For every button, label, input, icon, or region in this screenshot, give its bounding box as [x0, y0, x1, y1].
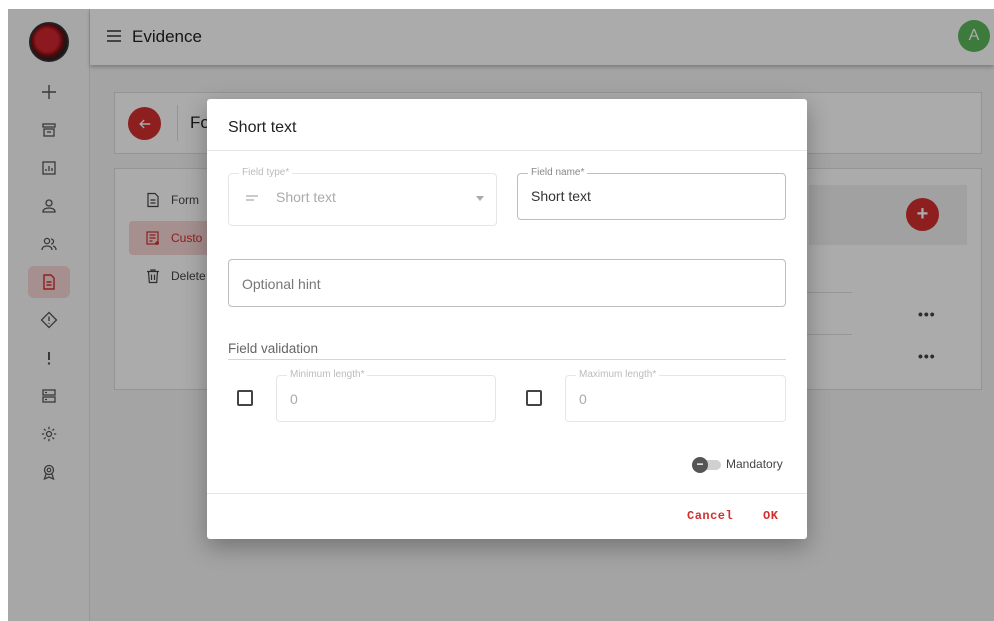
min-length-input: Minimum length* 0 [276, 369, 496, 422]
min-length-checkbox[interactable] [237, 390, 253, 406]
dialog-divider [207, 150, 807, 151]
validation-divider [228, 359, 786, 360]
app: Evidence A Fo Form Custo Delete + ••• ••… [0, 0, 994, 621]
field-type-value: Short text [276, 189, 336, 205]
field-type-label: Field type* [239, 167, 293, 178]
validation-section-label: Field validation [228, 341, 319, 356]
field-type-select: Field type* Short text [228, 167, 497, 226]
min-length-value: 0 [290, 391, 298, 407]
hint-input[interactable]: Optional hint [228, 259, 786, 307]
field-name-value: Short text [531, 188, 591, 204]
screen-edge [0, 0, 994, 9]
short-text-dialog: Short text Field type* Short text Field … [207, 99, 807, 539]
chevron-down-icon [476, 196, 484, 201]
cancel-button[interactable]: Cancel [687, 509, 733, 523]
mandatory-label: Mandatory [726, 457, 783, 471]
max-length-input: Maximum length* 0 [565, 369, 786, 422]
max-length-label: Maximum length* [576, 369, 660, 380]
dialog-footer-divider [207, 493, 807, 494]
max-length-checkbox[interactable] [526, 390, 542, 406]
field-name-input[interactable]: Field name* Short text [517, 167, 786, 220]
hint-placeholder: Optional hint [242, 276, 321, 292]
toggle-off-icon[interactable]: − [692, 457, 708, 473]
ok-button[interactable]: OK [763, 509, 778, 523]
short-text-icon [246, 195, 258, 201]
field-name-label: Field name* [528, 167, 588, 178]
screen-edge [0, 0, 8, 621]
max-length-value: 0 [579, 391, 587, 407]
min-length-label: Minimum length* [287, 369, 368, 380]
dialog-title: Short text [228, 119, 297, 136]
